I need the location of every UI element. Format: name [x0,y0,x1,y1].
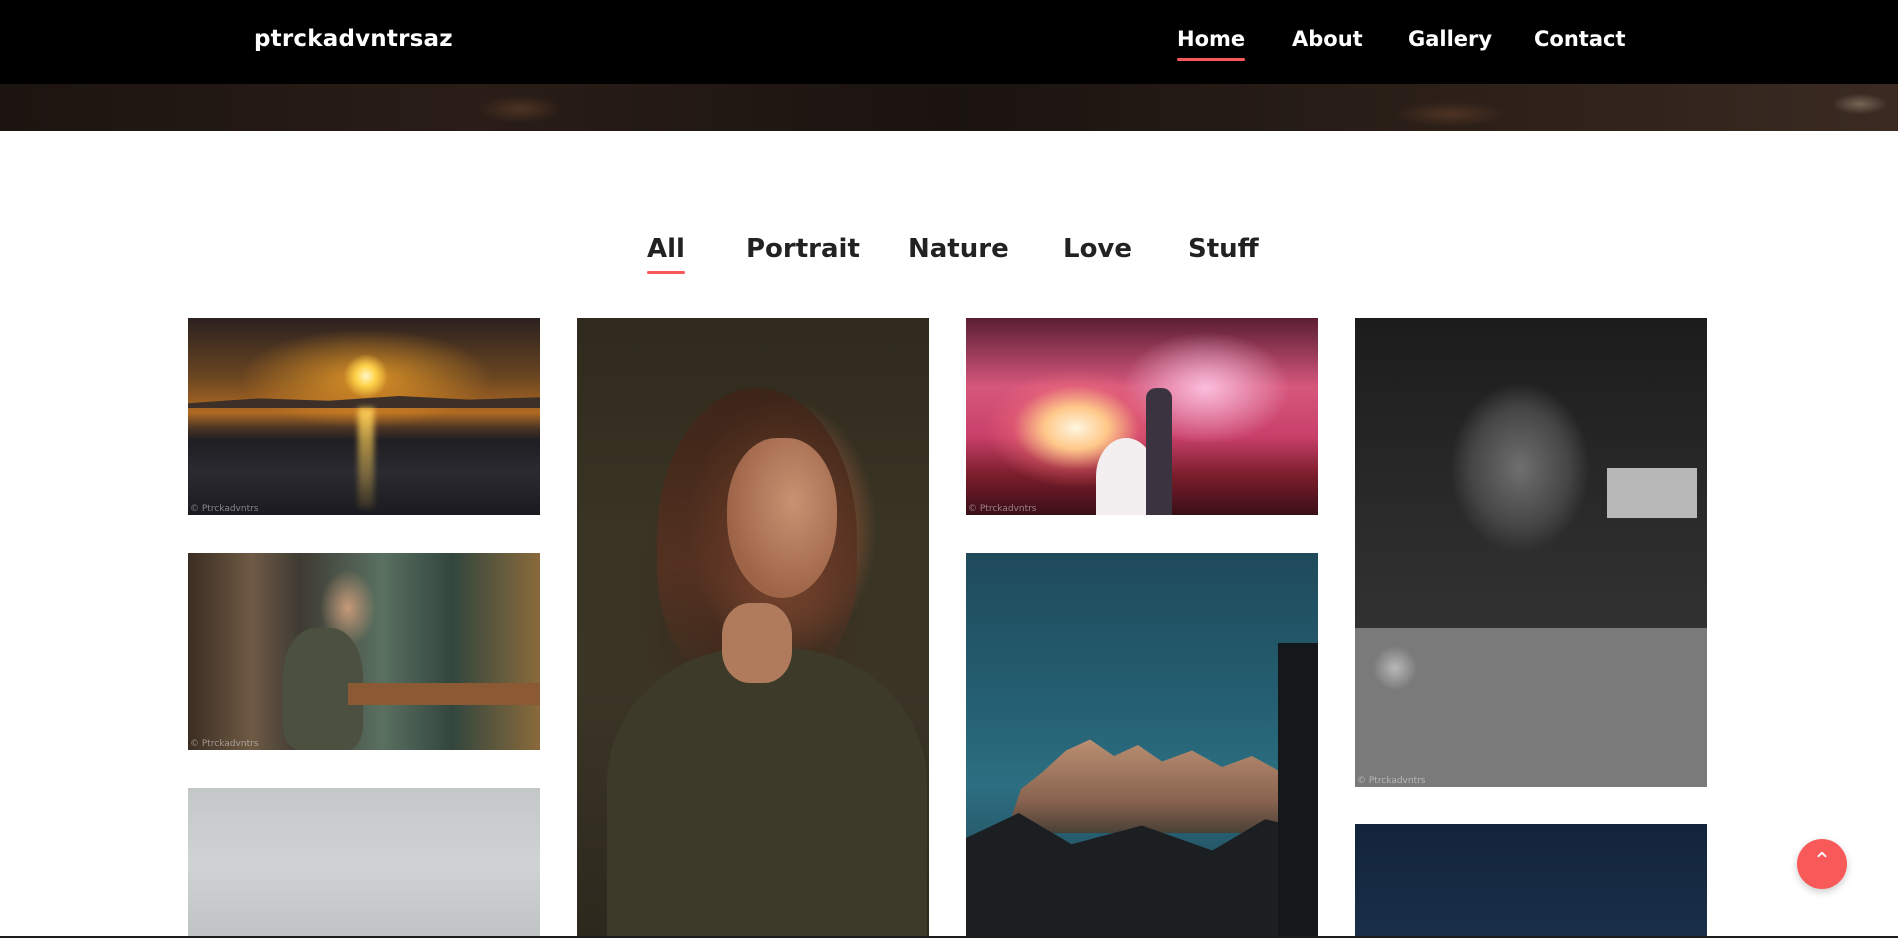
filter-all[interactable]: All [647,232,685,274]
gallery-photo-light-gray[interactable] [188,788,540,938]
filter-love[interactable]: Love [1063,232,1132,266]
photo-detail [727,438,837,598]
photo-detail [348,683,540,705]
gallery-photo-mountains[interactable] [966,553,1318,938]
gallery-filter-tabs: All Portrait Nature Love Stuff [0,232,1898,276]
photo-watermark: © Ptrckadvntrs [190,739,259,749]
navbar: ptrckadvntrsaz Home About Gallery Contac… [0,0,1898,84]
photo-detail [1146,388,1172,515]
photo-detail [188,396,540,408]
nav-contact[interactable]: Contact [1534,24,1626,54]
back-to-top-button[interactable]: ⌃ [1797,839,1847,889]
nav-about[interactable]: About [1292,24,1363,54]
filter-portrait[interactable]: Portrait [746,232,860,266]
nav-home[interactable]: Home [1177,24,1246,61]
chevron-up-icon: ⌃ [1812,849,1832,874]
gallery-photo-night-sky[interactable] [1355,824,1707,938]
photo-detail [722,603,792,683]
filter-nature[interactable]: Nature [908,232,1009,266]
photo-detail [607,648,927,938]
filter-stuff[interactable]: Stuff [1188,232,1259,266]
gallery-photo-sunset[interactable]: © Ptrckadvntrs [188,318,540,515]
gallery-photo-portrait-woman[interactable] [577,318,929,938]
photo-detail [966,813,1318,938]
photo-watermark: © Ptrckadvntrs [190,504,259,514]
photo-detail [1006,739,1306,833]
photo-detail [1355,628,1707,787]
nav-gallery[interactable]: Gallery [1408,24,1492,54]
photo-detail [1607,468,1697,518]
gallery-photo-wedding-dance[interactable]: © Ptrckadvntrs [966,318,1318,515]
photo-watermark: © Ptrckadvntrs [1357,776,1426,786]
gallery-photo-child-market[interactable]: © Ptrckadvntrs [1355,318,1707,787]
brand-logo[interactable]: ptrckadvntrsaz [254,24,453,54]
photo-watermark: © Ptrckadvntrs [968,504,1037,514]
hero-image-strip [0,84,1898,131]
photo-detail [358,408,374,508]
photo-detail [1278,643,1318,938]
gallery-photo-girl-at-table[interactable]: © Ptrckadvntrs [188,553,540,750]
